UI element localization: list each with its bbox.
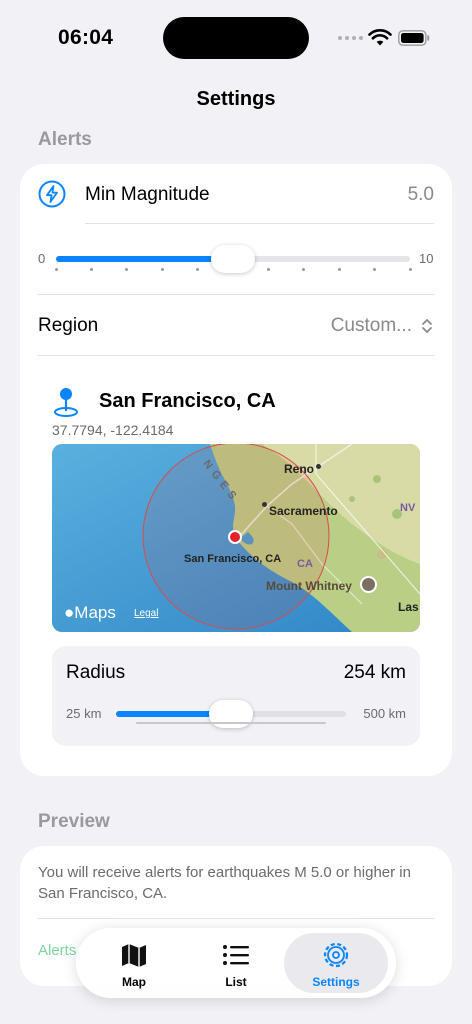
tab-list-label: List [225, 975, 247, 989]
magnitude-slider-tick [302, 268, 306, 271]
magnitude-slider-tick [373, 268, 377, 271]
magnitude-slider-tick [89, 268, 93, 271]
radius-slider-max: 500 km [363, 706, 406, 721]
region-map[interactable]: Reno Sacramento San Francisco, CA Mount … [52, 444, 420, 632]
map-pin-icon [54, 388, 78, 417]
magnitude-slider-tick [54, 268, 58, 271]
region-value: Custom... [330, 315, 412, 336]
map-city-dot [316, 464, 321, 469]
min-magnitude-label: Min Magnitude [85, 184, 210, 205]
map-icon [122, 944, 146, 967]
magnitude-slider-thumb[interactable] [211, 245, 255, 273]
magnitude-slider-min: 0 [38, 251, 46, 266]
divider [85, 223, 434, 224]
gear-icon [323, 942, 349, 968]
status-bar: 06:04 [0, 0, 472, 76]
radius-slider-min: 25 km [66, 706, 102, 721]
map-label-mount-whitney: Mount Whitney [266, 579, 352, 593]
radius-card: Radius 254 km 25 km 500 km [52, 646, 420, 746]
magnitude-slider-row: 0 10 [20, 242, 452, 282]
tab-list[interactable]: List [184, 933, 288, 993]
maps-legal-link[interactable]: Legal [134, 608, 158, 619]
radius-label: Radius [66, 662, 126, 683]
map-label-nv: NV [400, 502, 416, 514]
dynamic-island [163, 17, 309, 59]
tab-bar: Map List Settings [76, 928, 396, 998]
region-picker[interactable]: Region Custom... [38, 295, 434, 355]
chevron-up-down-icon [422, 319, 432, 333]
page-title: Settings [196, 88, 276, 110]
radius-slider-shadow [136, 722, 326, 724]
mountain-icon [360, 576, 377, 593]
preview-section-header: Preview [38, 811, 110, 832]
location-name: San Francisco, CA [99, 390, 276, 412]
cellular-signal-icon [338, 36, 363, 40]
location-pin-marker [228, 530, 242, 544]
maps-brand: ●Maps [64, 603, 116, 622]
battery-icon [398, 30, 430, 46]
wifi-icon [368, 29, 392, 46]
tab-settings[interactable]: Settings [284, 933, 388, 993]
location-coordinates: 37.7794, -122.4184 [52, 422, 174, 438]
min-magnitude-value: 5.0 [407, 184, 434, 205]
tab-settings-label: Settings [312, 975, 360, 989]
alerts-card: Min Magnitude 5.0 0 10 Region Custom... … [20, 164, 452, 776]
divider [38, 355, 434, 356]
region-label: Region [38, 315, 99, 336]
maps-brand-text: Maps [74, 603, 116, 622]
magnitude-slider-tick [408, 268, 412, 271]
status-time: 06:04 [58, 26, 114, 49]
magnitude-slider-tick [196, 268, 200, 271]
magnitude-slider-fill [56, 256, 233, 262]
map-label-ca: CA [297, 558, 313, 570]
radius-slider[interactable] [116, 700, 346, 728]
min-magnitude-row: Min Magnitude 5.0 [20, 164, 452, 226]
bolt-icon [38, 180, 66, 208]
map-city-dot [262, 502, 267, 507]
tab-map-label: Map [122, 975, 146, 989]
radius-value: 254 km [343, 662, 406, 683]
magnitude-slider-tick [125, 268, 129, 271]
alerts-section-header: Alerts [38, 129, 92, 150]
tab-map[interactable]: Map [82, 933, 186, 993]
magnitude-slider-tick [160, 268, 164, 271]
magnitude-slider-max: 10 [419, 251, 434, 266]
divider [38, 918, 434, 919]
list-icon [223, 945, 249, 965]
magnitude-slider-tick [337, 268, 341, 271]
map-label-san-francisco: San Francisco, CA [184, 553, 282, 565]
magnitude-slider-tick [266, 268, 270, 271]
alerts-link[interactable]: Alerts [38, 942, 76, 959]
map-label-las: Las [398, 600, 419, 614]
map-label-reno: Reno [284, 462, 314, 476]
map-label-sacramento: Sacramento [269, 504, 338, 518]
preview-text: You will receive alerts for earthquakes … [38, 864, 411, 902]
